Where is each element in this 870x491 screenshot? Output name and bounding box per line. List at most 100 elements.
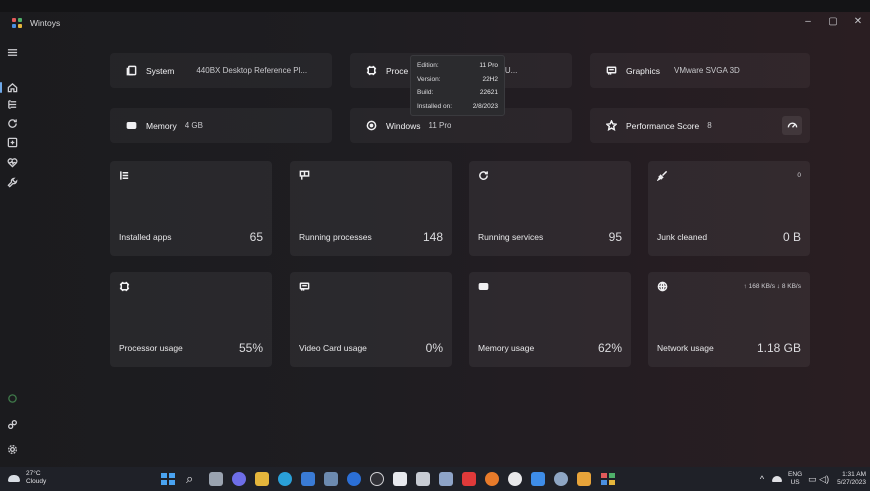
system-tray: ^ ENG US ▭ ◁) 1:31 AM 5/27/2023 — [760, 469, 866, 489]
home-icon[interactable] — [4, 79, 20, 95]
graphics-card[interactable]: Graphics VMware SVGA 3D — [590, 53, 810, 88]
globe-icon — [657, 281, 669, 293]
hamburger-icon[interactable] — [4, 44, 20, 60]
wrench-icon[interactable] — [4, 174, 20, 190]
weather-text: 27°C Cloudy — [26, 470, 46, 486]
tooltip-row: Version: 22H2 — [417, 75, 498, 83]
wintoys-taskbar-icon[interactable] — [600, 472, 615, 486]
close-button[interactable]: ✕ — [847, 14, 869, 30]
tile-label: Memory usage — [478, 343, 535, 353]
performance-card[interactable]: Performance Score 8 — [590, 108, 810, 143]
title-bar: Wintoys – ▢ ✕ — [0, 12, 870, 34]
processes-icon — [299, 170, 311, 182]
onedrive-icon[interactable] — [772, 476, 783, 482]
gear-icon[interactable] — [4, 441, 20, 457]
apps-list-icon[interactable] — [4, 96, 20, 112]
tile-label: Running processes — [299, 232, 372, 242]
start-button[interactable] — [160, 472, 175, 486]
sticky-notes-icon[interactable] — [577, 472, 591, 486]
photos-icon[interactable] — [393, 472, 407, 486]
board-icon[interactable] — [4, 134, 20, 150]
video-card-usage-tile[interactable]: Video Card usage 0% — [290, 272, 452, 367]
junk-cleaned-tile[interactable]: 0 Junk cleaned 0 B — [648, 161, 810, 256]
app-title: Wintoys — [30, 18, 61, 28]
media-player-icon[interactable] — [370, 472, 384, 486]
search-icon[interactable]: ⌕ — [186, 472, 200, 486]
maximize-button[interactable]: ▢ — [822, 14, 844, 30]
tile-value: 0% — [425, 341, 443, 355]
gallery-icon[interactable] — [531, 472, 545, 486]
tile-value: 55% — [238, 341, 263, 355]
tile-label: Running services — [478, 232, 544, 242]
system-card[interactable]: System 440BX Desktop Reference Pl... — [110, 53, 332, 88]
tooltip-row: Edition: 11 Pro — [417, 62, 498, 70]
chat-icon[interactable] — [232, 472, 246, 486]
language-top: ENG — [788, 471, 803, 478]
clock[interactable]: 1:31 AM 5/27/2023 — [837, 471, 866, 487]
spinner-icon — [4, 390, 20, 406]
tile-value: 65 — [249, 230, 263, 244]
memory-icon — [478, 281, 490, 293]
edition-tooltip: Edition: 11 Pro Version: 22H2 Build: 22621 … — [410, 55, 505, 116]
system-label: System — [146, 65, 175, 76]
memory-card[interactable]: Memory 4 GB — [110, 108, 332, 143]
chevron-up-icon[interactable]: ^ — [760, 474, 764, 484]
weather-widget[interactable]: 27°C Cloudy — [6, 470, 46, 486]
tile-value: 148 — [422, 230, 443, 244]
refresh-icon[interactable] — [4, 115, 20, 131]
settings-app-icon[interactable] — [554, 472, 568, 486]
tile-label: Processor usage — [119, 343, 183, 353]
tile-value: 1.18 GB — [756, 341, 801, 355]
windows-value: 11 Pro — [428, 121, 452, 130]
tile-label: Video Card usage — [299, 343, 367, 353]
link-icon[interactable] — [4, 416, 20, 432]
weather-temp: 27°C — [26, 470, 41, 477]
tile-label: Installed apps — [119, 232, 172, 242]
system-icon — [124, 64, 138, 78]
chrome-icon[interactable] — [508, 472, 522, 486]
task-view-icon[interactable] — [209, 472, 223, 486]
speedometer-button[interactable] — [782, 116, 802, 135]
file-explorer-icon[interactable] — [255, 472, 269, 486]
edge-icon[interactable] — [278, 472, 292, 486]
clock-time: 1:31 AM — [842, 471, 866, 478]
tile-label: Junk cleaned — [657, 232, 708, 242]
processor-label: Proce — [386, 65, 409, 76]
memory-usage-tile[interactable]: Memory usage 62% — [469, 272, 631, 367]
memory-value: 4 GB — [184, 121, 203, 130]
language-indicator[interactable]: ENG US — [788, 471, 802, 487]
junk-count: 0 — [797, 172, 801, 179]
calculator-icon[interactable] — [324, 472, 338, 486]
running-processes-tile[interactable]: Running processes 148 — [290, 161, 452, 256]
system-value: 440BX Desktop Reference Pl... — [196, 66, 308, 75]
tooltip-row: Build: 22621 — [417, 89, 498, 97]
installed-apps-tile[interactable]: Installed apps 65 — [110, 161, 272, 256]
weather-condition: Cloudy — [26, 478, 47, 485]
firefox-icon[interactable] — [485, 472, 499, 486]
apps-list-icon — [119, 170, 131, 182]
network-usage-tile[interactable]: ↑ 168 KB/s ↓ 8 KB/s Network usage 1.18 G… — [648, 272, 810, 367]
tools-icon[interactable] — [439, 472, 453, 486]
speedometer-icon — [787, 122, 797, 128]
graphics-icon — [299, 281, 311, 293]
graphics-icon — [604, 64, 618, 78]
processor-icon — [119, 281, 131, 293]
minimize-button[interactable]: – — [797, 14, 819, 30]
processor-usage-tile[interactable]: Processor usage 55% — [110, 272, 272, 367]
notepad-icon[interactable] — [416, 472, 430, 486]
taskbar: 27°C Cloudy ⌕ ^ ENG US ▭ ◁) 1:31 AM 5/27… — [0, 467, 870, 491]
store-icon[interactable] — [301, 472, 315, 486]
network-speed: ↑ 168 KB/s ↓ 8 KB/s — [743, 283, 801, 290]
running-services-tile[interactable]: Running services 95 — [469, 161, 631, 256]
heart-pulse-icon[interactable] — [4, 154, 20, 170]
app-icon-blue[interactable] — [347, 472, 361, 486]
star-icon — [604, 119, 618, 133]
performance-label: Performance Score — [626, 120, 700, 131]
youtube-icon[interactable] — [462, 472, 476, 486]
windows-edition-icon — [364, 119, 378, 133]
active-nav-indicator — [0, 82, 2, 93]
network-speaker-icon[interactable]: ▭ ◁) — [808, 474, 829, 485]
broom-icon — [656, 170, 669, 182]
tile-label: Network usage — [657, 343, 714, 353]
language-bottom: US — [790, 479, 800, 486]
